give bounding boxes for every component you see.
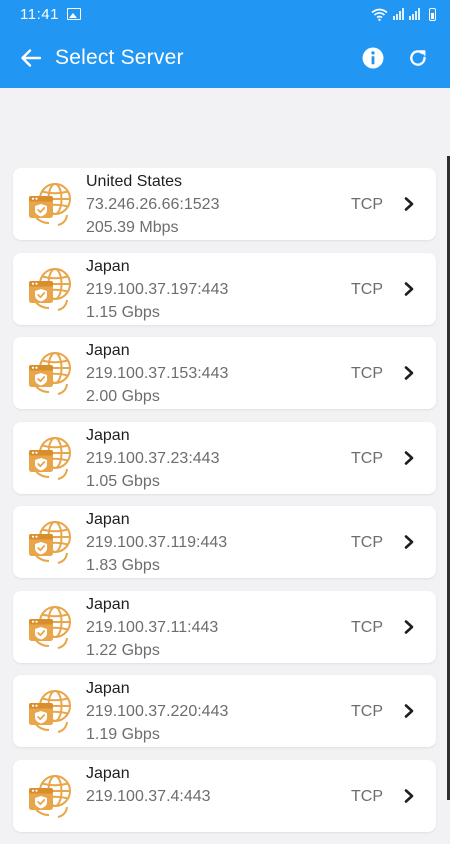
server-protocol: TCP xyxy=(351,618,383,636)
server-globe-shield-icon xyxy=(29,352,71,395)
chevron-right-icon xyxy=(404,619,414,634)
server-card[interactable]: Japan 219.100.37.11:443 1.22 Gbps TCP xyxy=(13,590,436,663)
server-address: 219.100.37.153:443 xyxy=(86,365,229,382)
chevron-right-icon xyxy=(404,788,414,803)
server-country: United States xyxy=(86,173,183,190)
server-country: Japan xyxy=(86,680,130,697)
battery-icon xyxy=(429,7,436,21)
server-globe-shield-icon xyxy=(29,183,71,226)
server-address: 219.100.37.220:443 xyxy=(86,703,229,720)
status-time: 11:41 xyxy=(20,5,59,23)
arrow-back-icon xyxy=(21,49,41,67)
back-button[interactable] xyxy=(19,46,43,70)
refresh-icon xyxy=(410,50,426,66)
gallery-notification-icon xyxy=(66,8,81,20)
server-card[interactable]: Japan 219.100.37.4:443 TCP xyxy=(13,759,436,832)
server-globe-shield-icon xyxy=(29,774,71,818)
chevron-right-icon xyxy=(404,535,414,549)
server-country: Japan xyxy=(86,426,130,444)
server-card[interactable]: Japan 219.100.37.153:443 2.00 Gbps TCP xyxy=(13,337,436,409)
signal-strength-2-icon xyxy=(409,8,420,20)
server-card[interactable]: United States 73.246.26.66:1523 205.39 M… xyxy=(13,168,436,240)
status-icons xyxy=(371,7,436,21)
server-speed: 1.05 Gbps xyxy=(86,472,160,490)
refresh-button[interactable] xyxy=(406,46,430,70)
server-globe-shield-icon xyxy=(29,605,71,649)
server-speed: 205.39 Mbps xyxy=(86,219,179,236)
page-title: Select Server xyxy=(55,46,184,69)
server-protocol: TCP xyxy=(351,787,383,805)
server-globe-shield-icon xyxy=(29,690,71,733)
server-country: Japan xyxy=(86,257,130,275)
server-address: 219.100.37.11:443 xyxy=(86,618,219,636)
server-address: 219.100.37.23:443 xyxy=(86,449,220,467)
chevron-right-icon xyxy=(404,704,414,718)
server-protocol: TCP xyxy=(351,703,383,720)
chevron-right-icon xyxy=(404,450,414,465)
app-bar-actions xyxy=(361,46,430,70)
info-icon xyxy=(362,47,384,69)
app-bar: Select Server xyxy=(0,28,450,88)
server-list: United States 73.246.26.66:1523 205.39 M… xyxy=(13,168,436,844)
server-address: 219.100.37.197:443 xyxy=(86,280,229,298)
server-protocol: TCP xyxy=(351,280,383,298)
server-speed: 1.15 Gbps xyxy=(86,303,160,321)
server-address: 219.100.37.119:443 xyxy=(86,534,228,551)
status-bar: 11:41 xyxy=(0,0,450,28)
server-globe-shield-icon xyxy=(29,436,71,480)
server-address: 219.100.37.4:443 xyxy=(86,787,211,805)
chevron-right-icon xyxy=(404,281,414,296)
server-country: Japan xyxy=(86,595,130,613)
server-country: Japan xyxy=(86,342,130,359)
server-card[interactable]: Japan 219.100.37.23:443 1.05 Gbps TCP xyxy=(13,421,436,494)
server-speed: 2.00 Gbps xyxy=(86,388,160,405)
info-button[interactable] xyxy=(361,46,385,70)
server-protocol: TCP xyxy=(351,365,383,382)
server-country: Japan xyxy=(86,511,130,528)
server-protocol: TCP xyxy=(351,196,383,213)
server-speed: 1.19 Gbps xyxy=(86,726,160,743)
server-protocol: TCP xyxy=(351,449,383,467)
chevron-right-icon xyxy=(404,197,414,211)
server-globe-shield-icon xyxy=(29,267,71,311)
server-card[interactable]: Japan 219.100.37.220:443 1.19 Gbps TCP xyxy=(13,675,436,747)
wifi-icon xyxy=(371,8,388,21)
chevron-right-icon xyxy=(404,366,414,380)
signal-strength-1-icon xyxy=(393,8,404,20)
server-speed: 1.22 Gbps xyxy=(86,641,160,659)
server-card[interactable]: Japan 219.100.37.119:443 1.83 Gbps TCP xyxy=(13,506,436,578)
server-globe-shield-icon xyxy=(29,521,71,564)
server-card[interactable]: Japan 219.100.37.197:443 1.15 Gbps TCP xyxy=(13,252,436,325)
server-country: Japan xyxy=(86,764,130,782)
server-protocol: TCP xyxy=(351,534,383,551)
server-address: 73.246.26.66:1523 xyxy=(86,196,220,213)
server-speed: 1.83 Gbps xyxy=(86,557,160,574)
